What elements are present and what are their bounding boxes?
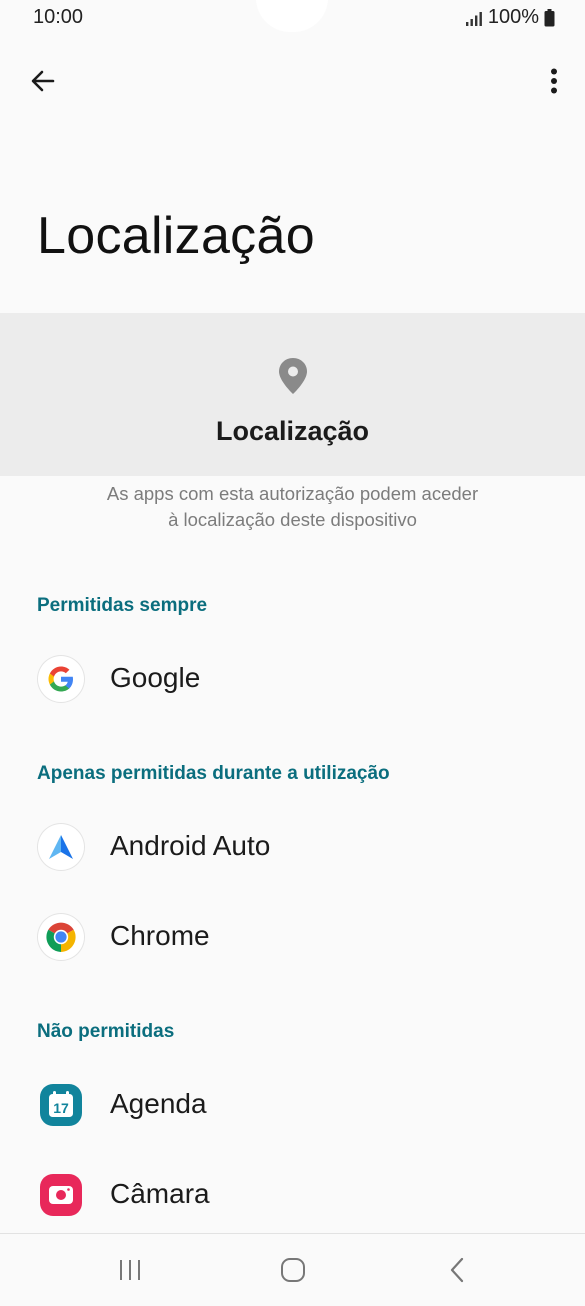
calendar-icon: 17 (40, 1084, 82, 1126)
google-icon (48, 666, 73, 692)
status-bar: 10:00 100% (0, 0, 585, 34)
arrow-back-icon (31, 70, 55, 92)
app-row-camara[interactable]: Câmara (0, 1150, 585, 1238)
nav-back-icon (450, 1257, 464, 1283)
google-app-icon (38, 656, 84, 702)
app-row-google[interactable]: Google (0, 634, 585, 722)
app-bar (0, 50, 585, 110)
status-indicators: 100% (465, 6, 555, 29)
more-options-button[interactable] (543, 60, 565, 102)
camera-icon (40, 1174, 82, 1216)
recents-icon (120, 1260, 140, 1280)
permission-description-line1: As apps com esta autorização podem acede… (106, 483, 479, 504)
app-label-google: Google (110, 662, 201, 693)
calendar-day-number: 17 (53, 1100, 69, 1116)
signal-icon (465, 10, 483, 26)
app-label-camara: Câmara (110, 1178, 210, 1209)
camera-notch (256, 0, 328, 32)
battery-percent: 100% (487, 6, 539, 28)
android-auto-icon (49, 835, 73, 859)
android-auto-app-icon (38, 824, 84, 870)
section-header-allowed-always: Permitidas sempre (37, 595, 208, 616)
location-permission-screen: 10:00 100% Localização Localização As ap… (0, 0, 585, 1306)
app-label-android-auto: Android Auto (110, 830, 271, 861)
camara-app-icon (38, 1172, 84, 1218)
app-row-chrome[interactable]: Chrome (0, 892, 585, 980)
permission-description: As apps com esta autorização podem acede… (60, 481, 525, 533)
section-header-allowed-while-in-use: Apenas permitidas durante a utilização (37, 763, 390, 784)
back-button[interactable] (22, 60, 64, 102)
app-row-agenda[interactable]: 17 Agenda (0, 1060, 585, 1148)
app-row-android-auto[interactable]: Android Auto (0, 802, 585, 890)
permission-title: Localização (215, 416, 370, 446)
chrome-app-icon (38, 914, 84, 960)
agenda-app-icon: 17 (38, 1082, 84, 1128)
app-label-chrome: Chrome (110, 920, 210, 951)
chrome-icon (46, 922, 76, 952)
more-vert-icon (551, 68, 557, 94)
status-time: 10:00 (33, 6, 84, 28)
home-icon (281, 1258, 305, 1282)
section-header-not-allowed: Não permitidas (37, 1021, 175, 1042)
navigation-bar (0, 1233, 585, 1306)
recents-button[interactable] (110, 1254, 150, 1286)
battery-icon (544, 8, 555, 27)
location-pin-icon (279, 358, 307, 394)
app-label-agenda: Agenda (110, 1088, 207, 1119)
nav-back-button[interactable] (438, 1254, 478, 1286)
page-title: Localização (37, 207, 315, 265)
home-button[interactable] (273, 1254, 313, 1286)
permission-description-line2: à localização deste dispositivo (168, 509, 417, 530)
